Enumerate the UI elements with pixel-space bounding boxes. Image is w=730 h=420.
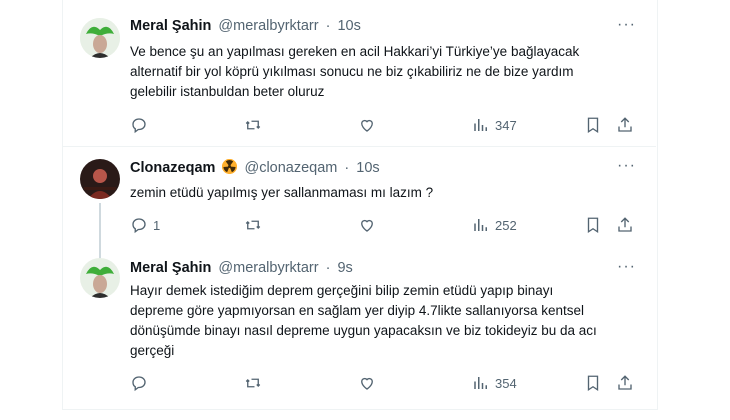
bookmark-icon xyxy=(587,117,599,134)
retweet-button[interactable] xyxy=(244,373,267,393)
views-count: 347 xyxy=(495,117,517,133)
reply-icon xyxy=(132,118,146,134)
share-icon xyxy=(618,375,632,390)
views-icon xyxy=(474,377,487,389)
display-name[interactable]: Meral Şahin xyxy=(130,18,211,34)
reply-icon xyxy=(132,376,146,392)
display-name[interactable]: Clonazeqam xyxy=(130,160,215,176)
views-button[interactable]: 347 xyxy=(472,115,517,135)
user-handle[interactable]: @clonazeqam xyxy=(244,160,337,176)
retweet-button[interactable] xyxy=(244,215,267,235)
timestamp[interactable]: 10s xyxy=(356,160,379,176)
views-icon xyxy=(474,119,487,131)
like-icon xyxy=(361,377,373,390)
avatar[interactable] xyxy=(80,18,120,58)
bookmark-icon xyxy=(587,375,599,392)
like-button[interactable] xyxy=(358,215,381,235)
bookmark-button[interactable] xyxy=(584,373,602,393)
reply-count: 1 xyxy=(153,217,161,233)
user-handle[interactable]: @meralbyrktarr xyxy=(218,260,318,276)
user-handle[interactable]: @meralbyrktarr xyxy=(218,18,318,34)
share-icon xyxy=(618,217,632,232)
like-icon xyxy=(361,219,373,232)
tweet-text: Ve bence şu an yapılması gereken en acil… xyxy=(130,44,580,99)
retweet-icon xyxy=(245,120,261,130)
views-button[interactable]: 252 xyxy=(472,215,517,235)
bookmark-button[interactable] xyxy=(584,215,602,235)
more-icon[interactable]: ··· xyxy=(617,157,636,175)
reply-button[interactable] xyxy=(130,115,153,135)
share-button[interactable] xyxy=(616,115,634,135)
timestamp[interactable]: 9s xyxy=(337,260,352,276)
views-count: 252 xyxy=(495,217,517,233)
tweet-header: Meral Şahin @meralbyrktarr · 9s xyxy=(130,260,353,276)
reply-button[interactable] xyxy=(130,373,153,393)
display-name[interactable]: Meral Şahin xyxy=(130,260,211,276)
radioactive-emoji-icon xyxy=(222,159,238,174)
timestamp[interactable]: 10s xyxy=(337,18,360,34)
retweet-button[interactable] xyxy=(244,115,267,135)
more-icon[interactable]: ··· xyxy=(617,258,636,276)
retweet-icon xyxy=(245,220,261,230)
share-button[interactable] xyxy=(616,215,634,235)
tweet-text: Hayır demek istediğim deprem gerçeğini b… xyxy=(130,283,597,358)
bookmark-button[interactable] xyxy=(584,115,602,135)
like-button[interactable] xyxy=(358,115,381,135)
retweet-icon xyxy=(245,378,261,388)
views-count: 354 xyxy=(495,375,517,391)
views-button[interactable]: 354 xyxy=(472,373,517,393)
separator-dot: · xyxy=(325,18,331,34)
tweet-header: Meral Şahin @meralbyrktarr · 10s xyxy=(130,18,361,34)
like-button[interactable] xyxy=(358,373,381,393)
reply-button[interactable]: 1 xyxy=(130,215,160,235)
more-icon[interactable]: ··· xyxy=(617,16,636,34)
share-icon xyxy=(618,117,632,132)
separator-dot: · xyxy=(325,260,331,276)
avatar[interactable] xyxy=(80,159,120,199)
tweet-header: Clonazeqam @clonazeqam · 10s xyxy=(130,159,380,176)
views-icon xyxy=(474,219,487,231)
avatar[interactable] xyxy=(80,258,120,298)
like-icon xyxy=(361,119,373,132)
separator-dot: · xyxy=(344,160,350,176)
bookmark-icon xyxy=(587,217,599,234)
tweet-actions: 347 xyxy=(62,115,632,135)
tweet-actions: 1 252 xyxy=(62,215,632,235)
share-button[interactable] xyxy=(616,373,634,393)
tweet-text: zemin etüdü yapılmış yer sallanmaması mı… xyxy=(130,185,434,200)
tweet-actions: 354 xyxy=(62,373,632,393)
reply-icon xyxy=(132,218,146,234)
